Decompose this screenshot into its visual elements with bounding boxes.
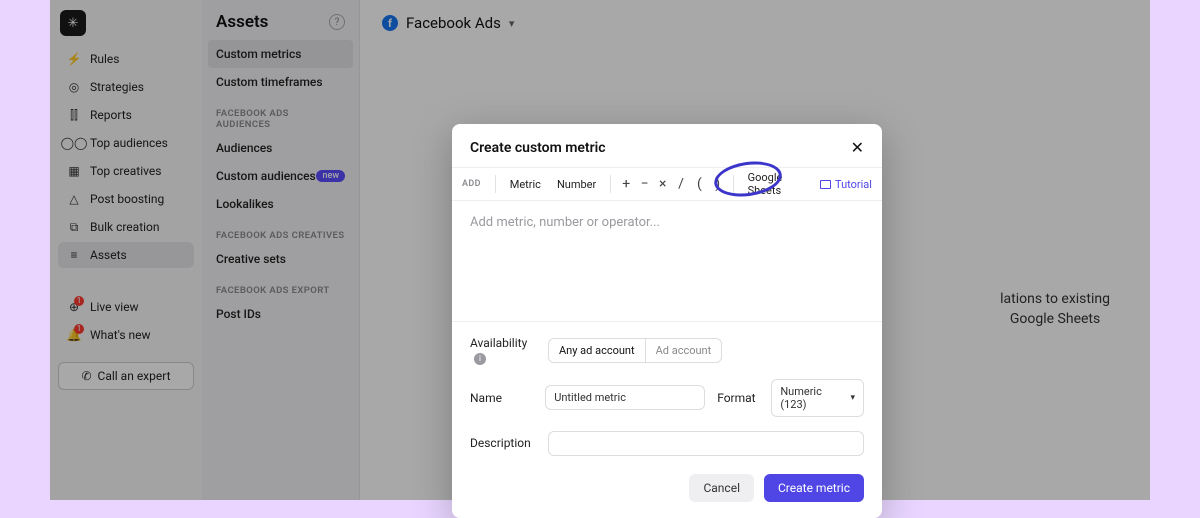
info-icon[interactable]: i xyxy=(474,353,486,365)
format-label: Format xyxy=(717,391,759,405)
availability-any-account[interactable]: Any ad account xyxy=(549,339,646,362)
create-metric-button[interactable]: Create metric xyxy=(764,474,864,502)
availability-segmented: Any ad account Ad account xyxy=(548,338,722,363)
create-metric-modal: Create custom metric ✕ ADD Metric Number… xyxy=(452,124,882,518)
book-icon xyxy=(820,180,831,189)
availability-label-text: Availability xyxy=(470,336,527,350)
format-select-value: Numeric (123) xyxy=(780,385,850,411)
formula-toolbar: ADD Metric Number + − × / ( ) Google She… xyxy=(452,167,882,201)
format-select[interactable]: Numeric (123) ▾ xyxy=(771,379,864,417)
toolbar-number-button[interactable]: Number xyxy=(551,174,602,195)
availability-single-account[interactable]: Ad account xyxy=(646,339,722,362)
chevron-down-icon: ▾ xyxy=(850,393,855,403)
toolbar-metric-button[interactable]: Metric xyxy=(504,174,547,195)
toolbar-minus-icon[interactable]: − xyxy=(637,176,651,192)
availability-label: Availability i xyxy=(470,336,536,365)
description-label: Description xyxy=(470,436,536,450)
toolbar-add-label: ADD xyxy=(462,179,481,189)
formula-input[interactable]: Add metric, number or operator... xyxy=(452,201,882,321)
toolbar-multiply-icon[interactable]: × xyxy=(656,176,670,192)
description-input[interactable] xyxy=(548,431,864,456)
modal-title: Create custom metric xyxy=(470,140,606,156)
tutorial-label: Tutorial xyxy=(835,178,872,191)
toolbar-google-sheets-button[interactable]: Google Sheets xyxy=(742,168,810,200)
toolbar-close-paren-icon[interactable]: ) xyxy=(711,176,725,192)
close-icon[interactable]: ✕ xyxy=(851,138,864,157)
name-label: Name xyxy=(470,391,533,405)
toolbar-plus-icon[interactable]: + xyxy=(619,176,633,192)
toolbar-divide-icon[interactable]: / xyxy=(674,176,688,192)
metric-name-input[interactable] xyxy=(545,385,705,410)
cancel-button[interactable]: Cancel xyxy=(689,474,754,502)
tutorial-link[interactable]: Tutorial xyxy=(820,178,872,191)
toolbar-open-paren-icon[interactable]: ( xyxy=(692,176,706,192)
app-frame: ✳ ⚡ Rules ◎ Strategies ⫿⫿ Reports ◯◯ Top… xyxy=(50,0,1150,500)
